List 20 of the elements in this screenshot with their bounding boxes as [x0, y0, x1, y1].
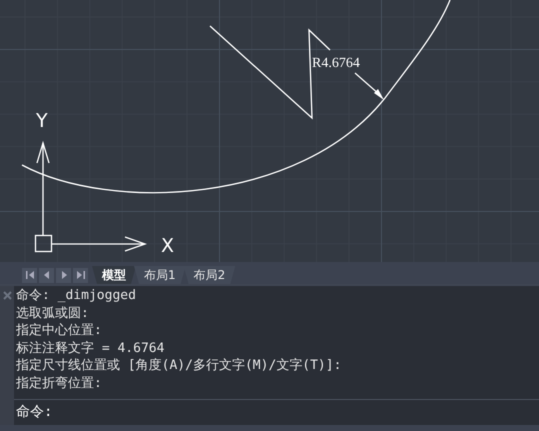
- ucs-icon: [34, 140, 147, 252]
- command-history-line: 命令: _dimjogged: [16, 287, 137, 304]
- leader-arrow: [354, 72, 384, 100]
- dimension-text: R4.6764: [312, 56, 360, 71]
- axis-label: Y: [36, 110, 48, 132]
- command-history-line: 标注注释文字 = 4.6764: [16, 340, 166, 357]
- axis-label: X: [161, 235, 174, 257]
- layout-tab[interactable]: 模型: [92, 266, 136, 284]
- layout-tab[interactable]: 布局2: [184, 266, 236, 284]
- first-tab-button[interactable]: [22, 268, 37, 282]
- last-tab-button[interactable]: [73, 268, 88, 282]
- command-history-line: 指定折弯位置:: [16, 374, 103, 392]
- command-history-line: 指定尺寸线位置或 [角度(A)/多行文字(M)/文字(T)]:: [16, 357, 342, 374]
- next-tab-button[interactable]: [56, 268, 71, 282]
- command-history-line: 选取弧或圆:: [16, 304, 90, 322]
- left-triangle-icon: [42, 270, 52, 280]
- close-icon[interactable]: [2, 291, 12, 300]
- layout-tab[interactable]: 布局1: [134, 266, 186, 284]
- previous-tab-button[interactable]: [39, 268, 54, 282]
- command-history-line: 指定中心位置:: [16, 322, 103, 340]
